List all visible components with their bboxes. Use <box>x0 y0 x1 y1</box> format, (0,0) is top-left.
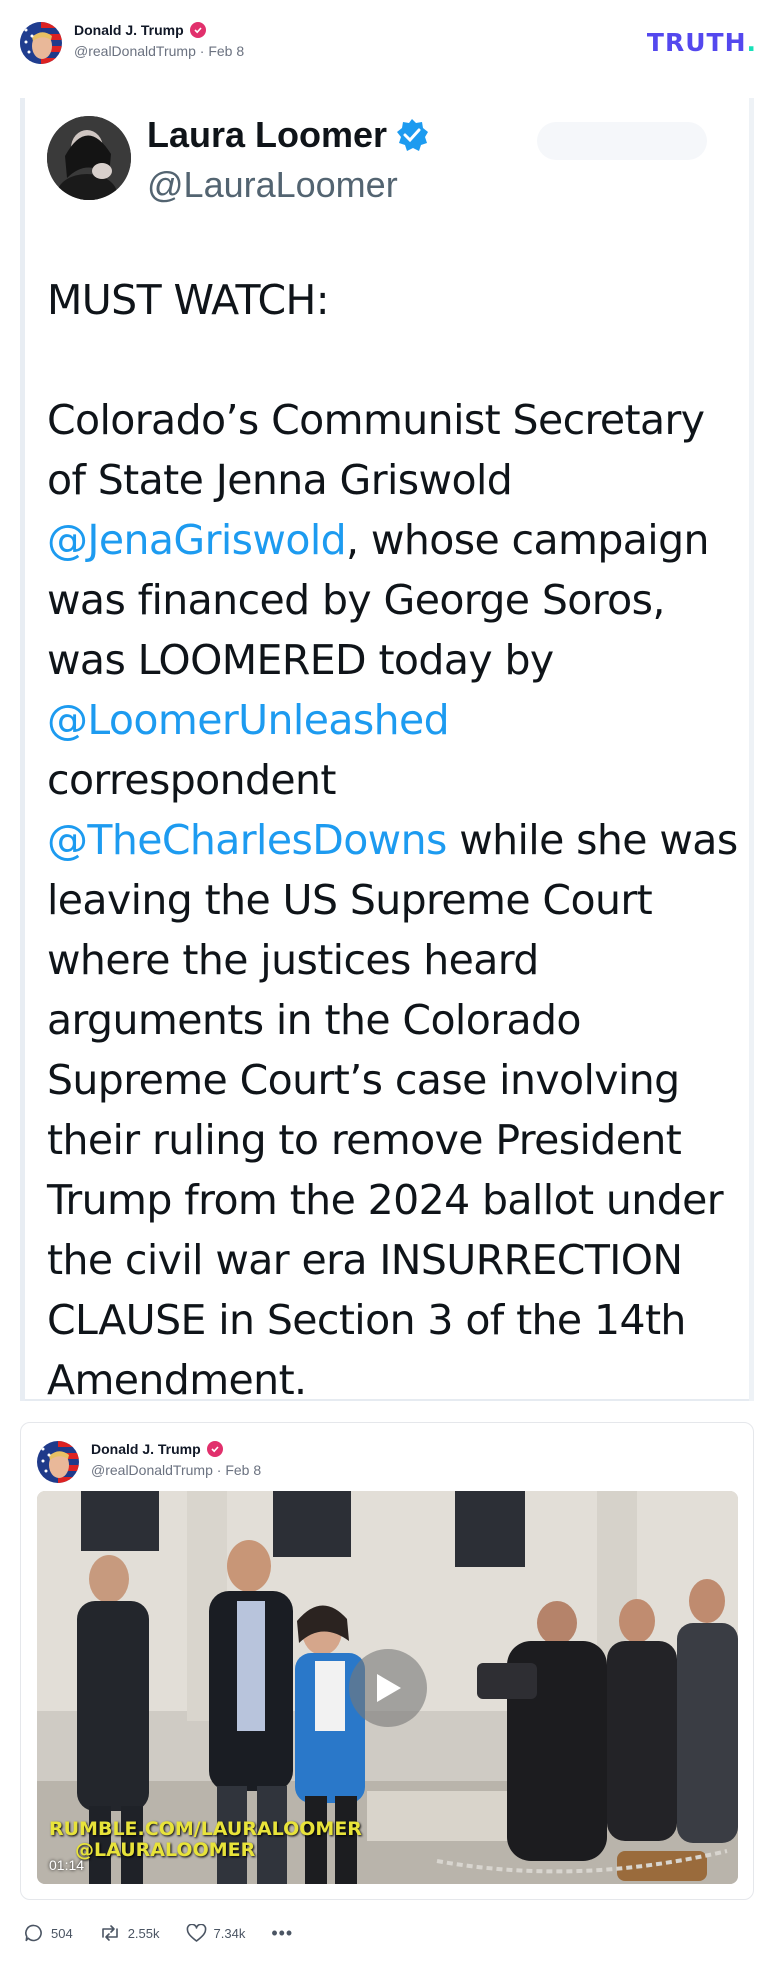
tweet-name-row: Laura Loomer <box>147 114 429 156</box>
logo-text: TRUTH <box>646 28 747 57</box>
tweet-screenshot-image[interactable]: Laura Loomer @LauraLoomer MUST WATCH: Co… <box>20 98 754 1404</box>
post-action-bar: 504 2.55k 7.34k ••• <box>24 1920 293 1946</box>
quoted-author-block: Donald J. Trump @realDonaldTrump · Feb 8 <box>91 1441 261 1478</box>
tweet-bottom-border <box>25 1399 749 1401</box>
watermark-line-2: @LAURALOOMER <box>75 1839 256 1861</box>
quoted-author-meta: @realDonaldTrump · Feb 8 <box>91 1462 261 1478</box>
video-watermark: RUMBLE.COM/LAURALOOMER @LAURALOOMER <box>49 1819 362 1861</box>
reply-count: 504 <box>51 1925 73 1941</box>
tweet-text: MUST WATCH: Colorado’s Communist Secreta… <box>47 270 747 1410</box>
tweet-headline: MUST WATCH: <box>47 276 330 324</box>
author-handle[interactable]: @realDonaldTrump <box>74 43 196 59</box>
verified-badge-icon <box>189 22 206 38</box>
play-icon <box>377 1674 401 1702</box>
comment-icon <box>25 1924 42 1942</box>
mention-link: @LoomerUnleashed <box>47 696 450 744</box>
play-button[interactable] <box>349 1649 427 1727</box>
verified-badge-icon <box>206 1441 223 1457</box>
tweet-text-run: correspondent <box>47 756 337 804</box>
like-count: 7.34k <box>213 1925 246 1941</box>
more-options-icon[interactable]: ••• <box>271 1923 293 1944</box>
tweet-text-run: while she was leaving the US Supreme Cou… <box>47 816 738 1404</box>
tweet-author-name: Laura Loomer <box>147 114 388 155</box>
video-duration: 01:14 <box>49 1857 85 1873</box>
video-player[interactable]: RUMBLE.COM/LAURALOOMER @LAURALOOMER 01:1… <box>37 1491 738 1884</box>
author-meta: @realDonaldTrump · Feb 8 <box>74 43 244 59</box>
author-block: Donald J. Trump @realDonaldTrump · Feb 8 <box>74 22 244 59</box>
mention-link: @TheCharlesDowns <box>47 816 447 864</box>
watermark-line-1: RUMBLE.COM/LAURALOOMER <box>49 1818 362 1840</box>
quoted-post-card[interactable]: Donald J. Trump @realDonaldTrump · Feb 8 <box>20 1422 754 1900</box>
tweet-author-avatar <box>47 116 131 200</box>
post-header: Donald J. Trump @realDonaldTrump · Feb 8… <box>20 20 757 66</box>
quoted-post-date[interactable]: Feb 8 <box>225 1462 261 1478</box>
author-name-row: Donald J. Trump <box>74 22 244 38</box>
retruth-icon <box>101 1925 118 1941</box>
quoted-author-avatar[interactable] <box>37 1441 79 1483</box>
quoted-post-header: Donald J. Trump @realDonaldTrump · Feb 8 <box>37 1439 737 1485</box>
truth-social-logo[interactable]: TRUTH. <box>647 28 757 57</box>
meta-separator: · <box>216 1462 222 1478</box>
follow-button-shadow <box>537 122 707 160</box>
verified-check-icon <box>395 118 429 152</box>
tweet-text-run: Colorado’s Communist Secretary of State … <box>47 396 705 504</box>
retruth-count: 2.55k <box>127 1925 160 1941</box>
heart-icon <box>186 1923 206 1942</box>
reply-button[interactable]: 504 <box>24 1923 73 1943</box>
tweet-author-handle: @LauraLoomer <box>147 164 398 205</box>
quoted-author-name-row: Donald J. Trump <box>91 1441 261 1457</box>
logo-dot: . <box>746 28 757 57</box>
post-date[interactable]: Feb 8 <box>208 43 244 59</box>
meta-separator: · <box>199 43 205 59</box>
retruth-button[interactable]: 2.55k <box>99 1923 160 1943</box>
mention-link: @JenaGriswold <box>47 516 347 564</box>
quoted-author-handle[interactable]: @realDonaldTrump <box>91 1462 213 1478</box>
tweet-header: Laura Loomer @LauraLoomer <box>47 108 737 205</box>
author-avatar[interactable] <box>20 22 62 64</box>
quoted-author-name[interactable]: Donald J. Trump <box>91 1441 201 1457</box>
tweet-paragraph: Colorado’s Communist Secretary of State … <box>47 390 747 1410</box>
author-name[interactable]: Donald J. Trump <box>74 22 184 38</box>
like-button[interactable]: 7.34k <box>186 1923 246 1943</box>
